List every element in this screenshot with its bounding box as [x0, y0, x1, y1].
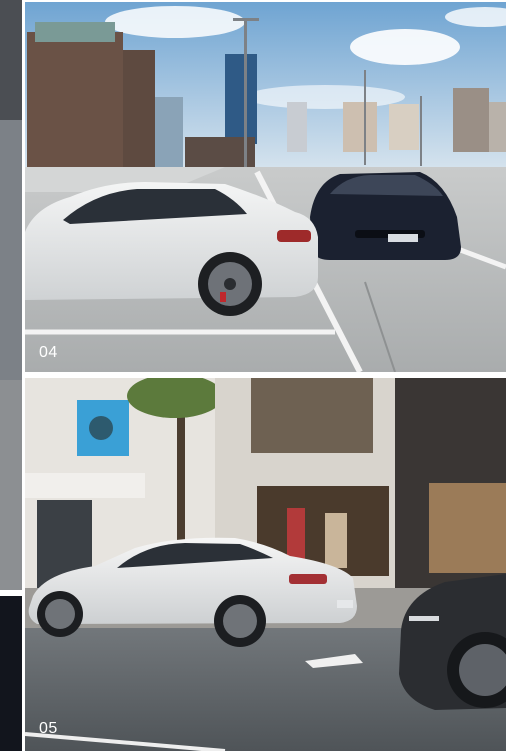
street-scene	[25, 378, 506, 751]
parking-deck-scene	[25, 2, 506, 372]
photo-04[interactable]: 04	[25, 2, 506, 372]
left-strip-image	[0, 0, 22, 751]
photo-05[interactable]: 05	[25, 378, 506, 751]
left-photo-strip	[0, 0, 22, 751]
photo-number-04: 04	[39, 344, 58, 361]
photo-number-05: 05	[39, 720, 58, 737]
